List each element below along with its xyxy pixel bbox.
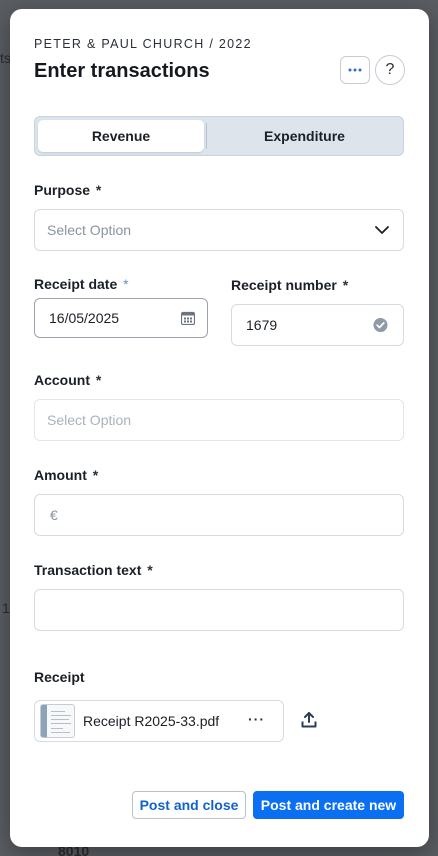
required-marker: *	[147, 562, 153, 578]
required-marker: *	[123, 276, 129, 292]
purpose-select[interactable]: Select Option	[34, 209, 404, 251]
check-circle-icon	[373, 318, 388, 332]
amount-input[interactable]: €	[34, 494, 404, 536]
receipt-number-label-text: Receipt number	[231, 277, 337, 293]
transaction-text-label-text: Transaction text	[34, 562, 142, 578]
receipt-date-value: 16/05/2025	[49, 310, 120, 326]
receipt-number-value: 1679	[246, 317, 278, 333]
receipt-date-input[interactable]: 16/05/2025	[34, 298, 208, 338]
background-text: 1	[2, 600, 10, 616]
required-marker: *	[342, 277, 349, 293]
more-options-button[interactable]	[340, 56, 370, 84]
purpose-label: Purpose *	[34, 182, 101, 198]
calendar-icon[interactable]	[181, 311, 195, 325]
account-select[interactable]: Select Option	[34, 399, 404, 441]
required-marker: *	[95, 372, 102, 388]
transaction-type-tabs: Revenue Expenditure	[34, 116, 404, 156]
help-icon: ?	[385, 61, 395, 78]
help-button[interactable]: ?	[375, 55, 405, 85]
post-and-create-new-button[interactable]: Post and create new	[253, 791, 404, 819]
enter-transactions-dialog: PETER & PAUL CHURCH / 2022 Enter transac…	[10, 9, 429, 847]
pdf-thumbnail	[40, 704, 75, 738]
account-placeholder: Select Option	[47, 412, 132, 428]
transaction-text-input[interactable]	[34, 589, 404, 631]
receipt-number-label: Receipt number *	[231, 277, 348, 293]
breadcrumb: PETER & PAUL CHURCH / 2022	[34, 37, 252, 51]
receipt-number-input[interactable]: 1679	[231, 304, 404, 346]
chevron-down-icon	[375, 226, 389, 234]
euro-icon: €	[50, 507, 58, 523]
tab-revenue[interactable]: Revenue	[38, 120, 204, 152]
post-and-close-button[interactable]: Post and close	[132, 791, 246, 819]
receipt-date-label: Receipt date *	[34, 276, 129, 292]
account-label: Account *	[34, 372, 101, 388]
transaction-text-label: Transaction text *	[34, 562, 153, 578]
ellipsis-icon	[348, 68, 362, 72]
receipt-attachment[interactable]: Receipt R2025-33.pdf ···	[34, 700, 284, 742]
receipt-file-name: Receipt R2025-33.pdf	[83, 713, 220, 729]
account-label-text: Account	[34, 372, 90, 388]
required-marker: *	[95, 182, 102, 198]
attachment-more-button[interactable]: ···	[248, 711, 265, 727]
purpose-label-text: Purpose	[34, 182, 91, 198]
amount-label-text: Amount	[34, 467, 87, 483]
dialog-title: Enter transactions	[34, 60, 210, 82]
tab-expenditure[interactable]: Expenditure	[207, 120, 402, 152]
receipt-label: Receipt	[34, 669, 85, 685]
upload-icon[interactable]	[301, 712, 317, 728]
receipt-date-label-text: Receipt date	[34, 276, 118, 292]
amount-label: Amount *	[34, 467, 98, 483]
required-marker: *	[92, 467, 99, 483]
purpose-placeholder: Select Option	[47, 222, 132, 238]
